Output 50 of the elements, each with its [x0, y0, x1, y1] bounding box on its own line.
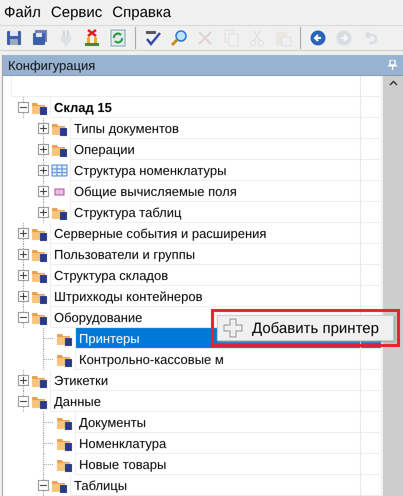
tree-item[interactable]: Структура таблиц: [74, 204, 182, 220]
expander-toggle[interactable]: [18, 270, 29, 281]
menu-item[interactable]: Файл: [4, 4, 41, 22]
search-icon: [170, 29, 188, 48]
save-icon: [5, 29, 23, 48]
expander-toggle[interactable]: [18, 249, 29, 260]
expander-toggle[interactable]: [18, 375, 29, 386]
add-printer-menu-item[interactable]: Добавить принтер: [218, 316, 393, 340]
forward-icon: [335, 29, 353, 48]
expander-toggle[interactable]: [38, 207, 49, 218]
scrollbar[interactable]: [381, 76, 403, 496]
expander-toggle[interactable]: [38, 144, 49, 155]
expander-toggle[interactable]: [18, 312, 29, 323]
tree-item[interactable]: Штрихкоды контейнеров: [54, 288, 202, 304]
tree-item[interactable]: Структура номенклатуры: [74, 162, 226, 178]
expander-toggle[interactable]: [18, 396, 29, 407]
back-icon: [309, 29, 327, 48]
tree-item[interactable]: Таблицы: [74, 478, 128, 492]
menu-item[interactable]: Справка: [112, 4, 172, 22]
tree-item[interactable]: Структура складов: [54, 268, 168, 282]
tree-item[interactable]: Этикетки: [54, 372, 108, 388]
expander-toggle[interactable]: [38, 186, 49, 197]
tree-item[interactable]: Общие вычисляемые поля: [74, 184, 237, 198]
expander-toggle[interactable]: [38, 123, 49, 134]
tree-item[interactable]: Типы документов: [74, 120, 179, 136]
tree-item[interactable]: Номенклатура: [79, 436, 166, 450]
tree-item[interactable]: Операции: [74, 142, 135, 156]
tree-item[interactable]: Склад 15: [54, 100, 112, 114]
refresh-icon: [109, 29, 127, 48]
menu-item[interactable]: Сервис: [50, 4, 102, 22]
expander-toggle[interactable]: [38, 480, 49, 491]
spell-icon: [144, 29, 162, 48]
table-icon: [51, 162, 68, 179]
save-all-icon: [31, 29, 49, 48]
scroll-up-icon[interactable]: [388, 80, 398, 86]
expander-toggle[interactable]: [38, 165, 49, 176]
tree-item[interactable]: Новые товары: [79, 456, 166, 472]
tree-item[interactable]: Серверные события и расширения: [54, 226, 266, 240]
expander-toggle[interactable]: [18, 228, 29, 239]
tree-item[interactable]: Данные: [54, 394, 101, 408]
panel-title: Конфигурация: [8, 58, 96, 72]
tree-item[interactable]: Контрольно-кассовые м: [79, 352, 224, 366]
expander-toggle[interactable]: [18, 102, 29, 113]
delete-stack-icon: [83, 29, 101, 48]
expander-toggle[interactable]: [18, 291, 29, 302]
tree-item[interactable]: Оборудование: [54, 310, 142, 324]
tree-item[interactable]: Пользователи и группы: [54, 246, 196, 262]
tree-item[interactable]: Принтеры: [79, 330, 140, 346]
close-icon: [196, 29, 214, 48]
tree-item[interactable]: Документы: [79, 414, 146, 430]
